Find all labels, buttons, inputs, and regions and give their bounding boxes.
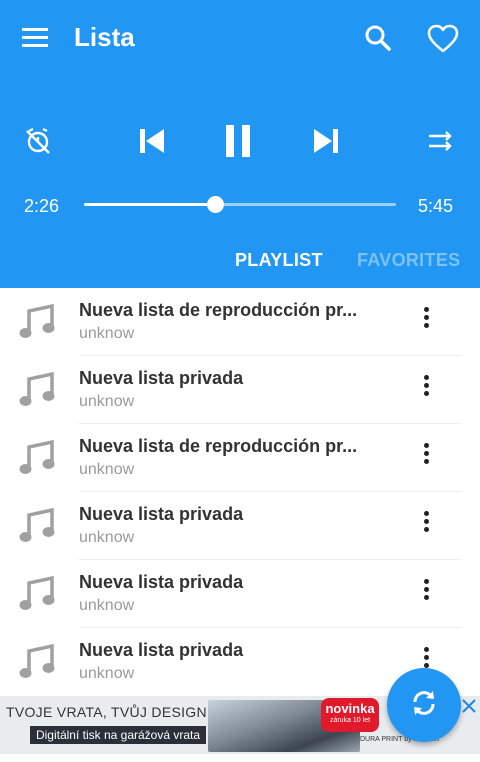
seek-bar[interactable] bbox=[84, 196, 396, 213]
playback-controls bbox=[0, 118, 480, 168]
more-vert-icon[interactable] bbox=[414, 372, 438, 402]
track-duration: 5:45 bbox=[418, 196, 454, 216]
playlist-name: Nueva lista de reproducción pr... bbox=[79, 436, 358, 456]
playlist-artist: unknow bbox=[79, 325, 135, 342]
music-note-icon bbox=[19, 371, 55, 409]
playlist-artist: unknow bbox=[79, 393, 135, 410]
pause-icon[interactable] bbox=[218, 118, 258, 164]
toolbar: Lista bbox=[0, 0, 480, 78]
more-vert-icon[interactable] bbox=[414, 508, 438, 538]
ad-subline: Digitální tisk na garážová vrata bbox=[30, 726, 206, 744]
list-item[interactable]: Nueva lista privada unknow bbox=[0, 560, 480, 628]
timer-off-icon[interactable] bbox=[18, 118, 58, 164]
more-vert-icon[interactable] bbox=[414, 576, 438, 606]
playlist-name: Nueva lista privada bbox=[79, 504, 244, 524]
music-note-icon bbox=[19, 643, 55, 681]
skip-next-icon[interactable] bbox=[306, 118, 346, 164]
playlist-artist: unknow bbox=[79, 461, 135, 478]
menu-icon[interactable] bbox=[22, 26, 50, 50]
tab-playlist[interactable]: PLAYLIST bbox=[235, 250, 323, 271]
music-note-icon bbox=[19, 439, 55, 477]
playlist-artist: unknow bbox=[79, 665, 135, 682]
music-note-icon bbox=[19, 507, 55, 545]
search-icon[interactable] bbox=[364, 24, 392, 52]
close-icon[interactable] bbox=[461, 698, 477, 714]
music-note-icon bbox=[19, 575, 55, 613]
tab-favorites[interactable]: FAVORITES bbox=[357, 250, 460, 271]
ad-badge: novinka záruka 10 let bbox=[321, 698, 379, 732]
sync-button[interactable] bbox=[387, 668, 461, 742]
list-item[interactable]: Nueva lista privada unknow bbox=[0, 356, 480, 424]
ad-badge-title: novinka bbox=[325, 701, 375, 716]
playlist-name: Nueva lista de reproducción pr... bbox=[79, 300, 358, 320]
playlist-name: Nueva lista privada bbox=[79, 572, 244, 592]
seek-progress bbox=[84, 203, 216, 206]
playlist-artist: unknow bbox=[79, 529, 135, 546]
more-vert-icon[interactable] bbox=[414, 304, 438, 334]
list-item[interactable]: Nueva lista privada unknow bbox=[0, 492, 480, 560]
heart-icon[interactable] bbox=[427, 24, 459, 54]
player-header: Lista 2:26 5:45 PLAYLIST FAVORITES bbox=[0, 0, 480, 288]
playlist-name: Nueva lista privada bbox=[79, 640, 244, 660]
current-time: 2:26 bbox=[24, 196, 60, 216]
bottom-strip bbox=[0, 754, 480, 762]
playlist-name: Nueva lista privada bbox=[79, 368, 244, 388]
list-item[interactable]: Nueva lista de reproducción pr... unknow bbox=[0, 288, 480, 356]
ad-headline: TVOJE VRATA, TVŮJ DESIGN... bbox=[6, 704, 220, 720]
sync-icon bbox=[409, 688, 439, 723]
shuffle-icon[interactable] bbox=[421, 118, 461, 164]
list-item[interactable]: Nueva lista de reproducción pr... unknow bbox=[0, 424, 480, 492]
page-title: Lista bbox=[74, 22, 135, 52]
music-note-icon bbox=[19, 303, 55, 341]
more-vert-icon[interactable] bbox=[414, 440, 438, 470]
skip-previous-icon[interactable] bbox=[132, 118, 172, 164]
seek-thumb[interactable] bbox=[207, 196, 225, 213]
ad-badge-sub: záruka 10 let bbox=[329, 717, 371, 724]
playlist-artist: unknow bbox=[79, 597, 135, 614]
